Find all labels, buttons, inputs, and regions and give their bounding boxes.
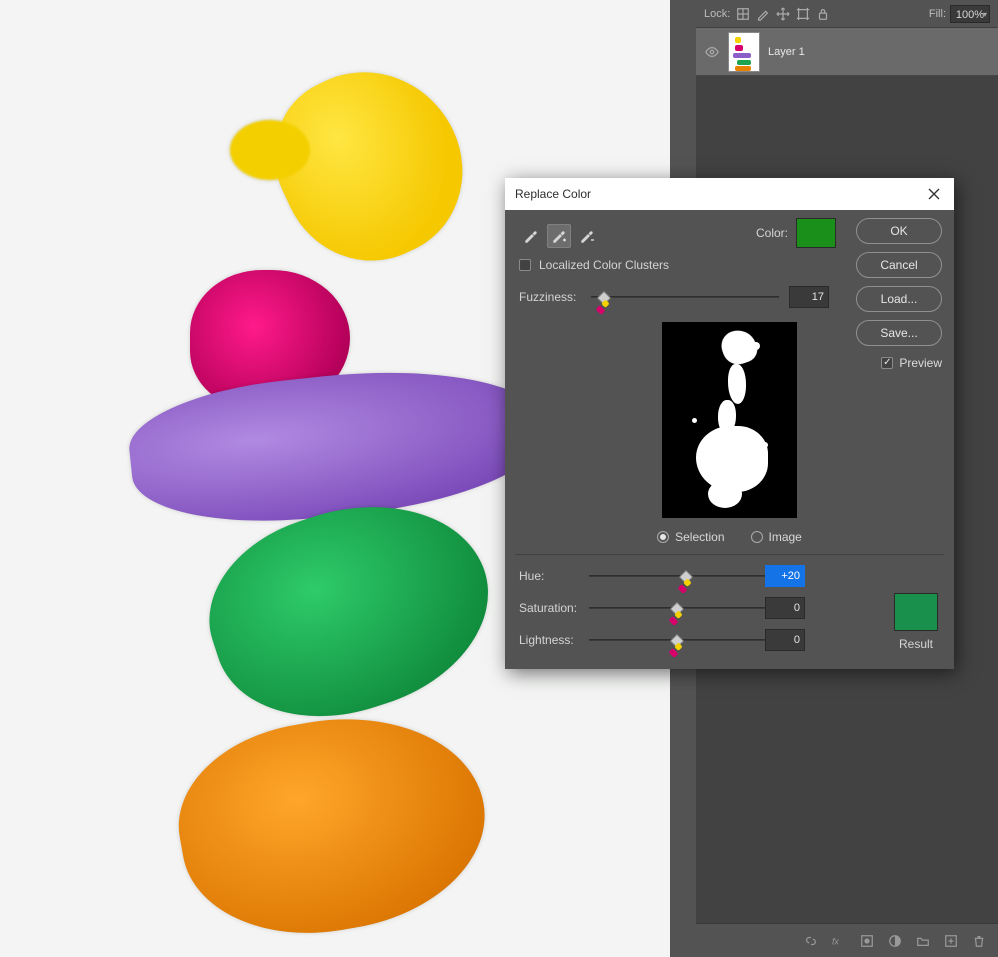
trash-icon[interactable] [972, 934, 986, 948]
layer-name[interactable]: Layer 1 [768, 46, 805, 58]
replace-color-dialog: Replace Color Color: OK Cancel Load [505, 178, 954, 669]
close-icon[interactable] [924, 184, 944, 204]
preview-checkbox[interactable] [881, 357, 893, 369]
link-layers-icon[interactable] [804, 934, 818, 948]
localized-label: Localized Color Clusters [539, 258, 669, 272]
lock-pixels-icon[interactable] [736, 7, 750, 21]
color-label: Color: [756, 226, 788, 240]
new-layer-icon[interactable] [944, 934, 958, 948]
hue-slider[interactable] [589, 569, 765, 583]
saturation-label: Saturation: [519, 601, 589, 615]
hue-slider-thumb[interactable] [679, 570, 693, 584]
layer-thumbnail[interactable] [728, 32, 760, 72]
mask-icon[interactable] [860, 934, 874, 948]
layers-footer: fx [696, 923, 998, 957]
selection-mask-preview [662, 322, 797, 518]
localized-checkbox[interactable] [519, 259, 531, 271]
preview-label: Preview [899, 356, 942, 370]
artwork-swatch-purple [130, 355, 550, 530]
fuzziness-slider-thumb[interactable] [597, 291, 611, 305]
lock-label: Lock: [704, 0, 730, 28]
hue-value-field[interactable]: +20 [765, 565, 805, 587]
artwork-swatch-orange [180, 710, 485, 935]
radio-image-dot [751, 531, 763, 543]
sampled-color-swatch[interactable] [796, 218, 836, 248]
divider [515, 554, 944, 555]
adjustment-icon[interactable] [888, 934, 902, 948]
result-label: Result [899, 637, 933, 651]
lightness-label: Lightness: [519, 633, 589, 647]
eyedropper-add-icon[interactable] [547, 224, 571, 248]
fx-icon[interactable]: fx [832, 934, 846, 948]
layer-row[interactable]: Layer 1 [696, 28, 998, 76]
saturation-slider[interactable] [589, 601, 765, 615]
lightness-slider-thumb[interactable] [670, 634, 684, 648]
lock-artboard-icon[interactable] [796, 7, 810, 21]
fill-value-field[interactable]: 100% [950, 5, 990, 23]
lightness-value-field[interactable]: 0 [765, 629, 805, 651]
svg-text:fx: fx [832, 936, 839, 946]
eyedropper-subtract-icon[interactable] [575, 224, 599, 248]
radio-image-label: Image [769, 530, 802, 544]
artwork-swatch-yellow [210, 60, 470, 270]
lock-all-icon[interactable] [816, 7, 830, 21]
radio-selection[interactable]: Selection [657, 530, 724, 544]
group-icon[interactable] [916, 934, 930, 948]
save-button[interactable]: Save... [856, 320, 942, 346]
saturation-value-field[interactable]: 0 [765, 597, 805, 619]
visibility-eye-icon[interactable] [704, 45, 720, 59]
lock-move-icon[interactable] [776, 7, 790, 21]
hue-label: Hue: [519, 569, 589, 583]
cancel-button[interactable]: Cancel [856, 252, 942, 278]
load-button[interactable]: Load... [856, 286, 942, 312]
fuzziness-slider[interactable] [591, 290, 779, 304]
eyedropper-icon[interactable] [519, 224, 543, 248]
dialog-title: Replace Color [515, 187, 591, 201]
radio-image[interactable]: Image [751, 530, 802, 544]
layers-lock-row: Lock: Fill: 100% [696, 0, 998, 28]
lightness-slider[interactable] [589, 633, 765, 647]
fuzziness-label: Fuzziness: [519, 290, 581, 304]
radio-selection-dot [657, 531, 669, 543]
fuzziness-value-field[interactable]: 17 [789, 286, 829, 308]
saturation-slider-thumb[interactable] [670, 602, 684, 616]
lock-brush-icon[interactable] [756, 7, 770, 21]
ok-button[interactable]: OK [856, 218, 942, 244]
artwork-swatch-green [210, 510, 490, 710]
dialog-titlebar[interactable]: Replace Color [505, 178, 954, 210]
fill-label: Fill: [929, 0, 946, 28]
radio-selection-label: Selection [675, 530, 724, 544]
result-color-swatch[interactable] [894, 593, 938, 631]
